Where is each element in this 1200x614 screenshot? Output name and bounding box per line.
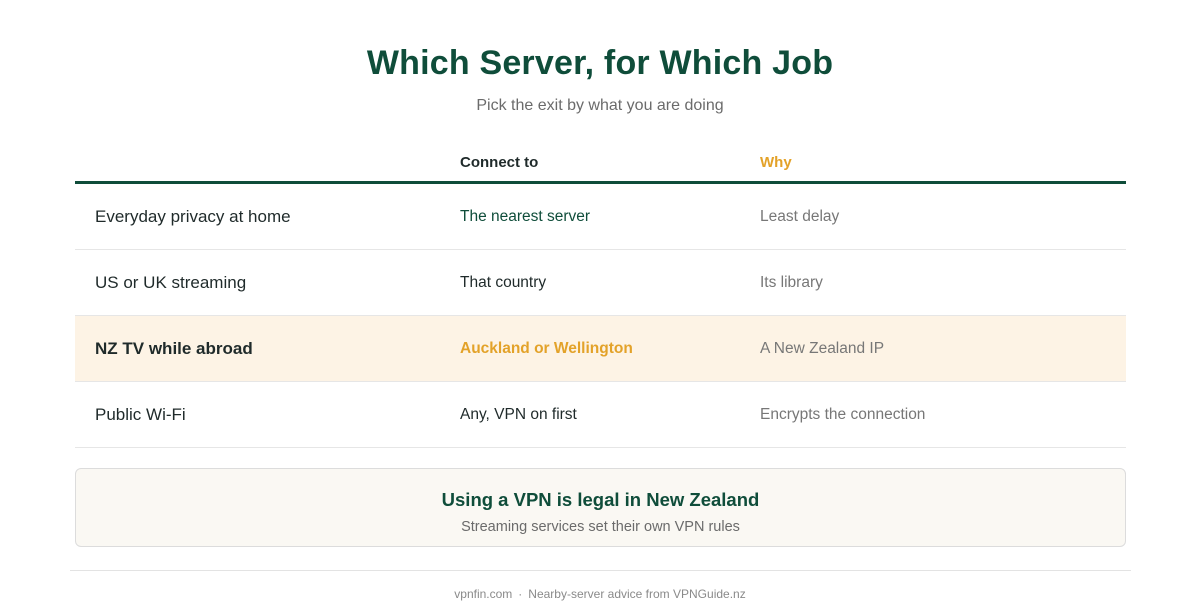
table-header: Connect to Why bbox=[75, 146, 1126, 184]
job-cell: Public Wi-Fi bbox=[95, 405, 186, 424]
column-header-connect: Connect to bbox=[460, 154, 539, 171]
footer-separator: · bbox=[518, 587, 523, 601]
legal-note-title: Using a VPN is legal in New Zealand bbox=[441, 489, 760, 510]
why-cell: A New Zealand IP bbox=[760, 340, 885, 357]
server-table: Connect to Why Everyday privacy at home … bbox=[75, 146, 1126, 448]
table-row-highlighted: NZ TV while abroad Auckland or Wellingto… bbox=[75, 316, 1126, 382]
why-cell: Its library bbox=[760, 274, 823, 291]
table-row: Everyday privacy at home The nearest ser… bbox=[75, 184, 1126, 250]
footer-site: vpnfin.com bbox=[454, 587, 513, 601]
page-subtitle: Pick the exit by what you are doing bbox=[476, 97, 724, 114]
page: Which Server, for Which Job Pick the exi… bbox=[0, 0, 1200, 614]
footer-credit: Nearby-server advice from VPNGuide.nz bbox=[528, 587, 746, 601]
legal-note: Using a VPN is legal in New Zealand Stre… bbox=[75, 468, 1126, 547]
column-header-why: Why bbox=[760, 154, 792, 171]
job-cell: US or UK streaming bbox=[95, 273, 247, 292]
why-cell: Least delay bbox=[760, 208, 840, 225]
connect-cell: The nearest server bbox=[460, 208, 591, 225]
footer-divider bbox=[70, 570, 1131, 571]
job-cell: NZ TV while abroad bbox=[95, 339, 253, 358]
table-row: Public Wi-Fi Any, VPN on first Encrypts … bbox=[75, 382, 1126, 448]
connect-cell: Auckland or Wellington bbox=[460, 340, 633, 357]
why-cell: Encrypts the connection bbox=[760, 406, 926, 423]
footer: vpnfin.com · Nearby-server advice from VPN… bbox=[0, 587, 1200, 601]
page-title: Which Server, for Which Job bbox=[366, 44, 834, 82]
legal-note-subtitle: Streaming services set their own VPN rul… bbox=[461, 519, 740, 535]
connect-cell: That country bbox=[460, 274, 547, 291]
connect-cell: Any, VPN on first bbox=[460, 406, 577, 423]
job-cell: Everyday privacy at home bbox=[95, 207, 291, 226]
table-row: US or UK streaming That country Its libr… bbox=[75, 250, 1126, 316]
